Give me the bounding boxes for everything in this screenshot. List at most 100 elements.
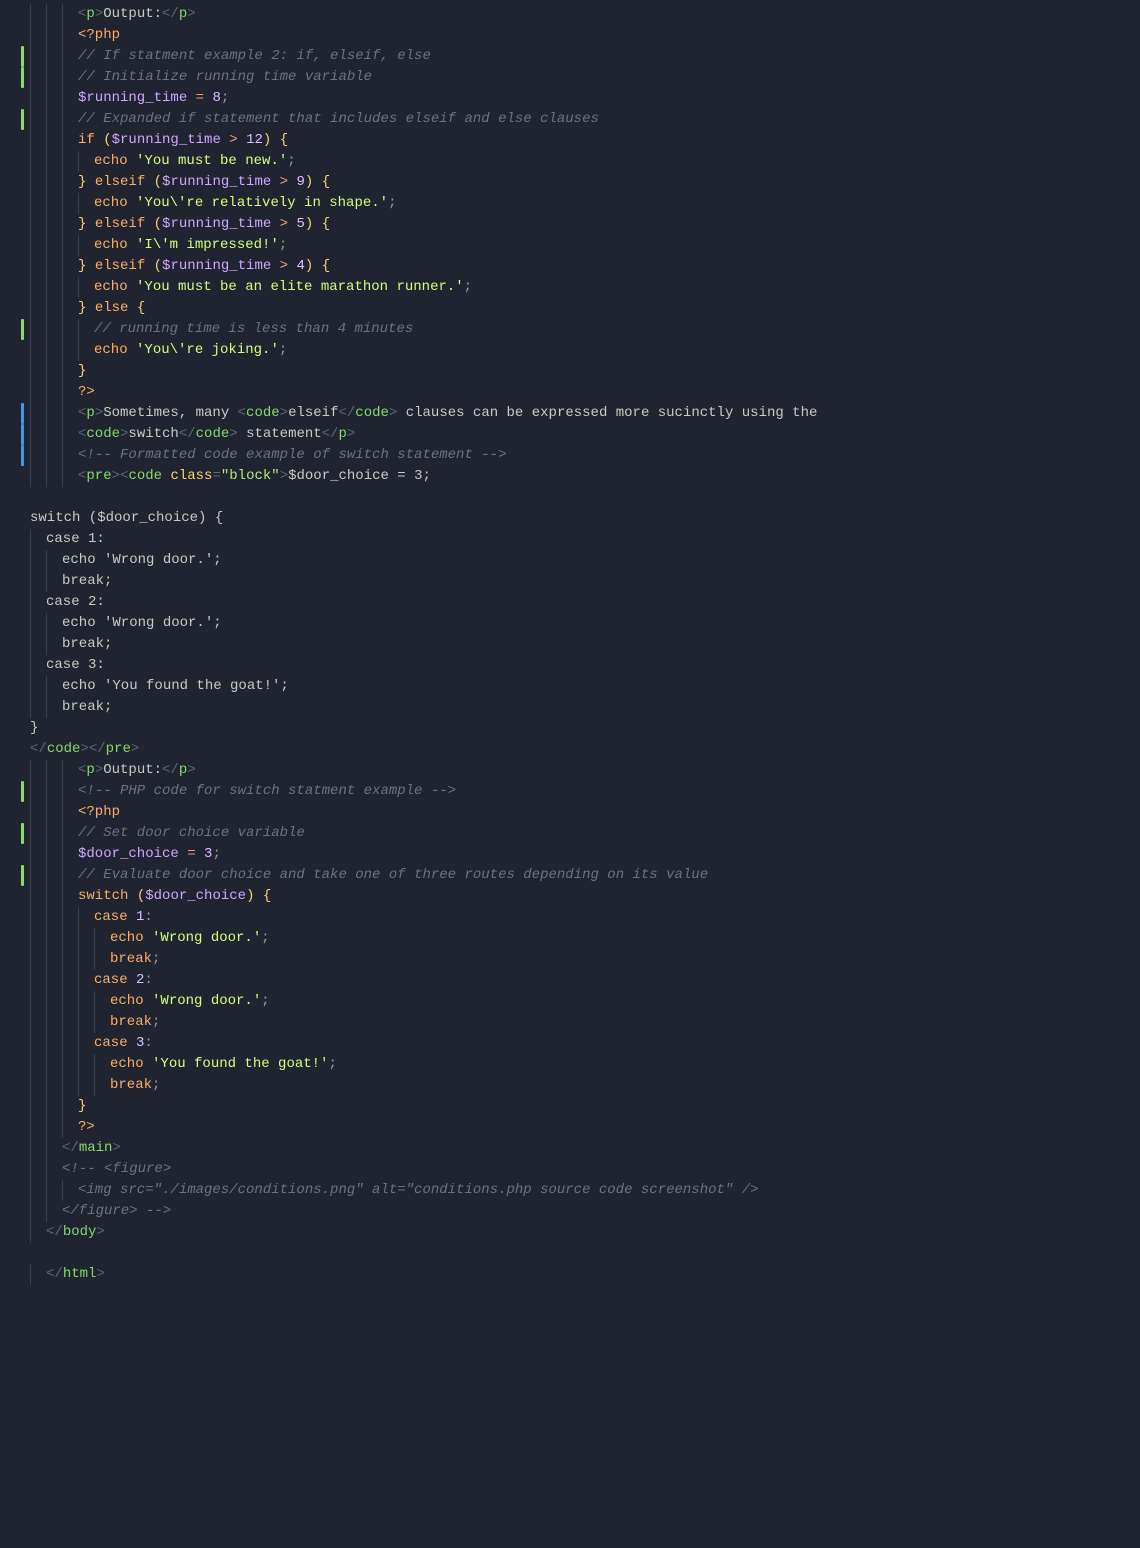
line-content[interactable]: break; xyxy=(110,1012,1140,1033)
line-content[interactable]: </html> xyxy=(46,1264,1140,1285)
code-line[interactable]: } elseif ($running_time > 9) { xyxy=(0,172,1140,193)
line-content[interactable]: } xyxy=(30,718,1140,739)
code-line[interactable]: </html> xyxy=(0,1264,1140,1285)
line-content[interactable]: $door_choice = 3; xyxy=(78,844,1140,865)
line-content[interactable]: switch ($door_choice) { xyxy=(78,886,1140,907)
line-content[interactable]: echo 'You\'re joking.'; xyxy=(94,340,1140,361)
code-line[interactable]: // If statment example 2: if, elseif, el… xyxy=(0,46,1140,67)
line-content[interactable]: echo 'You found the goat!'; xyxy=(110,1054,1140,1075)
code-line[interactable]: echo 'Wrong door.'; xyxy=(0,613,1140,634)
code-line[interactable]: case 1: xyxy=(0,529,1140,550)
code-line[interactable]: echo 'You found the goat!'; xyxy=(0,1054,1140,1075)
line-content[interactable]: echo 'Wrong door.'; xyxy=(110,928,1140,949)
code-line[interactable]: <?php xyxy=(0,802,1140,823)
code-line[interactable]: <?php xyxy=(0,25,1140,46)
line-content[interactable]: break; xyxy=(62,634,1140,655)
code-line[interactable]: break; xyxy=(0,634,1140,655)
line-content[interactable]: case 1: xyxy=(94,907,1140,928)
code-line[interactable]: } xyxy=(0,718,1140,739)
line-content[interactable]: <pre><code class="block">$door_choice = … xyxy=(78,466,1140,487)
line-content[interactable]: } else { xyxy=(78,298,1140,319)
line-content[interactable]: </code></pre> xyxy=(30,739,1140,760)
line-content[interactable]: echo 'Wrong door.'; xyxy=(110,991,1140,1012)
code-line[interactable]: break; xyxy=(0,571,1140,592)
code-line[interactable]: case 3: xyxy=(0,1033,1140,1054)
line-content[interactable]: } xyxy=(78,361,1140,382)
line-content[interactable]: break; xyxy=(110,1075,1140,1096)
line-content[interactable]: <?php xyxy=(78,25,1140,46)
line-content[interactable] xyxy=(30,487,1140,508)
code-line[interactable]: echo 'Wrong door.'; xyxy=(0,550,1140,571)
code-line[interactable]: echo 'You\'re joking.'; xyxy=(0,340,1140,361)
code-line[interactable]: $running_time = 8; xyxy=(0,88,1140,109)
code-line[interactable]: case 2: xyxy=(0,592,1140,613)
code-line[interactable]: // running time is less than 4 minutes xyxy=(0,319,1140,340)
line-content[interactable]: echo 'I\'m impressed!'; xyxy=(94,235,1140,256)
code-line[interactable]: $door_choice = 3; xyxy=(0,844,1140,865)
line-content[interactable]: if ($running_time > 12) { xyxy=(78,130,1140,151)
line-content[interactable]: echo 'You\'re relatively in shape.'; xyxy=(94,193,1140,214)
line-content[interactable]: ?> xyxy=(78,382,1140,403)
code-line[interactable]: } elseif ($running_time > 5) { xyxy=(0,214,1140,235)
code-line[interactable]: <!-- <figure> xyxy=(0,1159,1140,1180)
code-line[interactable]: <pre><code class="block">$door_choice = … xyxy=(0,466,1140,487)
line-content[interactable]: switch ($door_choice) { xyxy=(30,508,1140,529)
code-line[interactable]: case 1: xyxy=(0,907,1140,928)
code-line[interactable]: <p>Output:</p> xyxy=(0,4,1140,25)
code-line[interactable]: <code>switch</code> statement</p> xyxy=(0,424,1140,445)
line-content[interactable]: $running_time = 8; xyxy=(78,88,1140,109)
line-content[interactable]: <p>Output:</p> xyxy=(78,4,1140,25)
line-content[interactable]: <!-- Formatted code example of switch st… xyxy=(78,445,1140,466)
code-line[interactable]: switch ($door_choice) { xyxy=(0,886,1140,907)
line-content[interactable]: case 1: xyxy=(46,529,1140,550)
line-content[interactable]: <?php xyxy=(78,802,1140,823)
code-line[interactable]: } xyxy=(0,1096,1140,1117)
line-content[interactable]: // Initialize running time variable xyxy=(78,67,1140,88)
code-line[interactable]: // Evaluate door choice and take one of … xyxy=(0,865,1140,886)
code-line[interactable]: // Initialize running time variable xyxy=(0,67,1140,88)
code-line[interactable] xyxy=(0,1243,1140,1264)
code-line[interactable]: </body> xyxy=(0,1222,1140,1243)
line-content[interactable]: case 2: xyxy=(94,970,1140,991)
code-line[interactable]: switch ($door_choice) { xyxy=(0,508,1140,529)
line-content[interactable]: echo 'You must be new.'; xyxy=(94,151,1140,172)
line-content[interactable]: break; xyxy=(110,949,1140,970)
line-content[interactable]: echo 'You must be an elite marathon runn… xyxy=(94,277,1140,298)
code-line[interactable]: break; xyxy=(0,1012,1140,1033)
code-line[interactable]: if ($running_time > 12) { xyxy=(0,130,1140,151)
line-content[interactable]: <!-- <figure> xyxy=(62,1159,1140,1180)
line-content[interactable]: // Set door choice variable xyxy=(78,823,1140,844)
code-line[interactable]: break; xyxy=(0,697,1140,718)
line-content[interactable]: // Evaluate door choice and take one of … xyxy=(78,865,1140,886)
code-line[interactable]: break; xyxy=(0,949,1140,970)
code-line[interactable]: echo 'I\'m impressed!'; xyxy=(0,235,1140,256)
line-content[interactable]: // If statment example 2: if, elseif, el… xyxy=(78,46,1140,67)
code-line[interactable]: <p>Output:</p> xyxy=(0,760,1140,781)
code-line[interactable]: echo 'You\'re relatively in shape.'; xyxy=(0,193,1140,214)
line-content[interactable]: case 3: xyxy=(94,1033,1140,1054)
code-line[interactable]: </main> xyxy=(0,1138,1140,1159)
code-line[interactable]: <img src="./images/conditions.png" alt="… xyxy=(0,1180,1140,1201)
line-content[interactable]: // running time is less than 4 minutes xyxy=(94,319,1140,340)
line-content[interactable]: echo 'Wrong door.'; xyxy=(62,613,1140,634)
line-content[interactable]: ?> xyxy=(78,1117,1140,1138)
line-content[interactable]: <p>Sometimes, many <code>elseif</code> c… xyxy=(78,403,1140,424)
code-line[interactable]: ?> xyxy=(0,382,1140,403)
line-content[interactable]: echo 'You found the goat!'; xyxy=(62,676,1140,697)
code-line[interactable] xyxy=(0,487,1140,508)
line-content[interactable]: // Expanded if statement that includes e… xyxy=(78,109,1140,130)
line-content[interactable]: </main> xyxy=(62,1138,1140,1159)
code-line[interactable]: // Set door choice variable xyxy=(0,823,1140,844)
line-content[interactable]: <!-- PHP code for switch statment exampl… xyxy=(78,781,1140,802)
line-content[interactable]: } elseif ($running_time > 9) { xyxy=(78,172,1140,193)
line-content[interactable]: case 3: xyxy=(46,655,1140,676)
line-content[interactable]: </figure> --> xyxy=(62,1201,1140,1222)
code-line[interactable]: } else { xyxy=(0,298,1140,319)
line-content[interactable]: echo 'Wrong door.'; xyxy=(62,550,1140,571)
line-content[interactable]: <code>switch</code> statement</p> xyxy=(78,424,1140,445)
code-line[interactable]: } elseif ($running_time > 4) { xyxy=(0,256,1140,277)
code-line[interactable]: case 2: xyxy=(0,970,1140,991)
code-line[interactable]: <p>Sometimes, many <code>elseif</code> c… xyxy=(0,403,1140,424)
line-content[interactable]: break; xyxy=(62,697,1140,718)
line-content[interactable]: case 2: xyxy=(46,592,1140,613)
